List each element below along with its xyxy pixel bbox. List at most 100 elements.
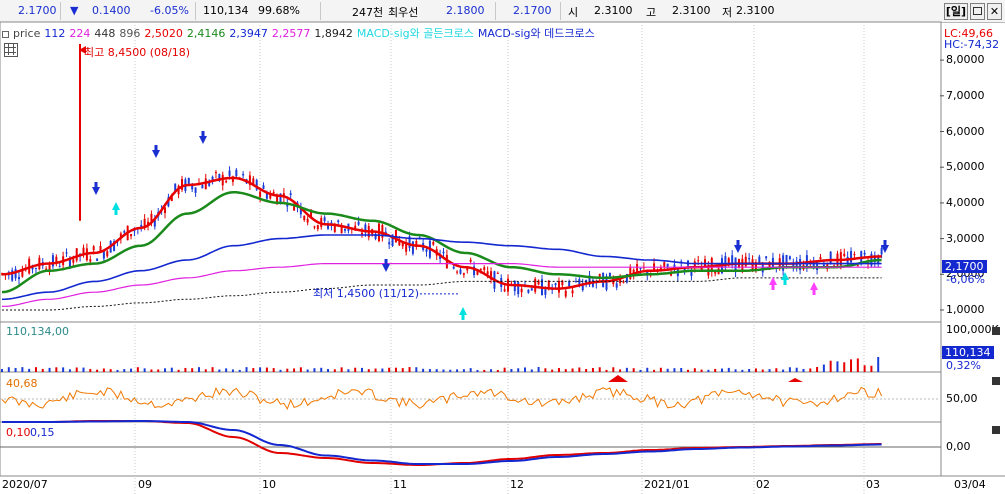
volume-bar <box>483 369 486 372</box>
volume-bar <box>347 369 350 372</box>
legend-macd-golden: MACD-sig와 골든크로스 <box>356 27 474 40</box>
volume-bar <box>401 368 404 372</box>
candle-body <box>459 269 462 274</box>
volume-bar <box>720 368 723 372</box>
volume-bar <box>82 367 85 372</box>
volume-bar <box>700 369 703 372</box>
candle-body <box>520 288 523 293</box>
grid-toggle-icon[interactable] <box>4 43 18 57</box>
volume-bar <box>109 369 112 372</box>
candle-body <box>452 266 455 269</box>
candle-body <box>442 251 445 254</box>
price-tick-6: 6,0000 <box>946 124 985 138</box>
volume-bar <box>394 367 397 372</box>
candle-body <box>880 248 883 255</box>
price-tick-7: 7,0000 <box>946 88 985 102</box>
volume-bar <box>177 369 180 372</box>
volume-bar <box>299 367 302 372</box>
volume-bar <box>843 362 846 372</box>
volume-panel-title: 110,134,00 <box>6 325 69 338</box>
stock-chart[interactable] <box>0 0 1005 494</box>
volume-bar <box>557 368 560 372</box>
volume-bar <box>231 369 234 372</box>
candle-body <box>469 259 472 262</box>
volume-bar <box>252 368 255 372</box>
legend-ma-448: 448 <box>94 27 116 40</box>
candle-body <box>554 283 557 286</box>
volume-bar <box>714 368 717 372</box>
volume-bar <box>530 369 533 372</box>
volume-bar <box>585 369 588 372</box>
x-label-2020-07: 2020/07 <box>2 478 48 491</box>
candle-body <box>340 226 343 234</box>
legend-value-5: 1,8942 <box>314 27 353 40</box>
volume-bar <box>197 367 200 372</box>
volume-bar <box>727 367 730 372</box>
candle-body <box>214 172 217 174</box>
x-label-11: 11 <box>393 478 407 491</box>
volume-bar <box>34 367 37 372</box>
candle-body <box>856 265 859 267</box>
macd-panel-close-icon[interactable] <box>992 426 1000 434</box>
volume-bar <box>524 367 527 372</box>
volume-bar <box>218 369 221 372</box>
candle-body <box>425 249 428 252</box>
candle-body <box>242 173 245 176</box>
osc-tick: 50,00 <box>946 392 978 405</box>
volume-bar <box>870 365 873 372</box>
x-label-10: 10 <box>262 478 276 491</box>
volume-bar <box>265 367 268 372</box>
legend-ma-112: 112 <box>44 27 66 40</box>
volume-bar <box>802 368 805 372</box>
volume-bar <box>741 369 744 372</box>
candle-body <box>96 258 99 261</box>
price-panel <box>0 21 942 323</box>
volume-bar <box>680 368 683 372</box>
candle-body <box>534 278 537 292</box>
candle-body <box>622 281 625 283</box>
current-price-tag: 2,1700 <box>942 260 987 273</box>
candle-body <box>629 266 632 279</box>
volume-bar <box>367 369 370 372</box>
volume-bar <box>204 369 207 372</box>
low-annotation: 최저 1,4500 (11/12) <box>313 287 420 300</box>
price-tick-8: 8,0000 <box>946 53 985 67</box>
volume-bar <box>14 368 17 372</box>
volume-bar <box>822 364 825 372</box>
volume-bar <box>754 368 757 372</box>
volume-bar <box>653 369 656 372</box>
volume-bar <box>68 369 71 372</box>
legend-value-3: 2,3947 <box>229 27 268 40</box>
x-label-2021-01: 2021/01 <box>644 478 690 491</box>
volume-bar <box>313 368 316 372</box>
candle-body <box>456 271 459 273</box>
osc-panel-close-icon[interactable] <box>992 377 1000 385</box>
candle-body <box>259 191 262 197</box>
volume-bar <box>415 367 418 372</box>
volume-bar <box>612 367 615 372</box>
volume-bar <box>449 369 452 372</box>
volume-bar <box>374 368 377 372</box>
volume-bar <box>211 367 214 372</box>
volume-panel-close-icon[interactable] <box>992 327 1000 335</box>
volume-bar <box>795 367 798 372</box>
candle-body <box>360 232 363 235</box>
candle-body <box>72 259 75 263</box>
candle-body <box>51 255 54 267</box>
volume-bar <box>571 368 574 372</box>
volume-bar <box>28 368 31 372</box>
volume-bar <box>877 357 880 372</box>
volume-bar <box>62 367 65 372</box>
volume-bar <box>462 369 465 372</box>
legend-macd-dead: MACD-sig와 데드크로스 <box>477 27 595 40</box>
candle-body <box>788 256 791 260</box>
volume-bar <box>564 369 567 372</box>
volume-bar <box>1 369 3 372</box>
volume-bar <box>476 369 479 372</box>
volume-bar <box>639 369 642 372</box>
volume-bar <box>184 367 187 372</box>
volume-bar <box>591 368 594 372</box>
volume-bar <box>435 369 438 372</box>
volume-bar <box>666 368 669 372</box>
volume-bar <box>327 369 330 372</box>
